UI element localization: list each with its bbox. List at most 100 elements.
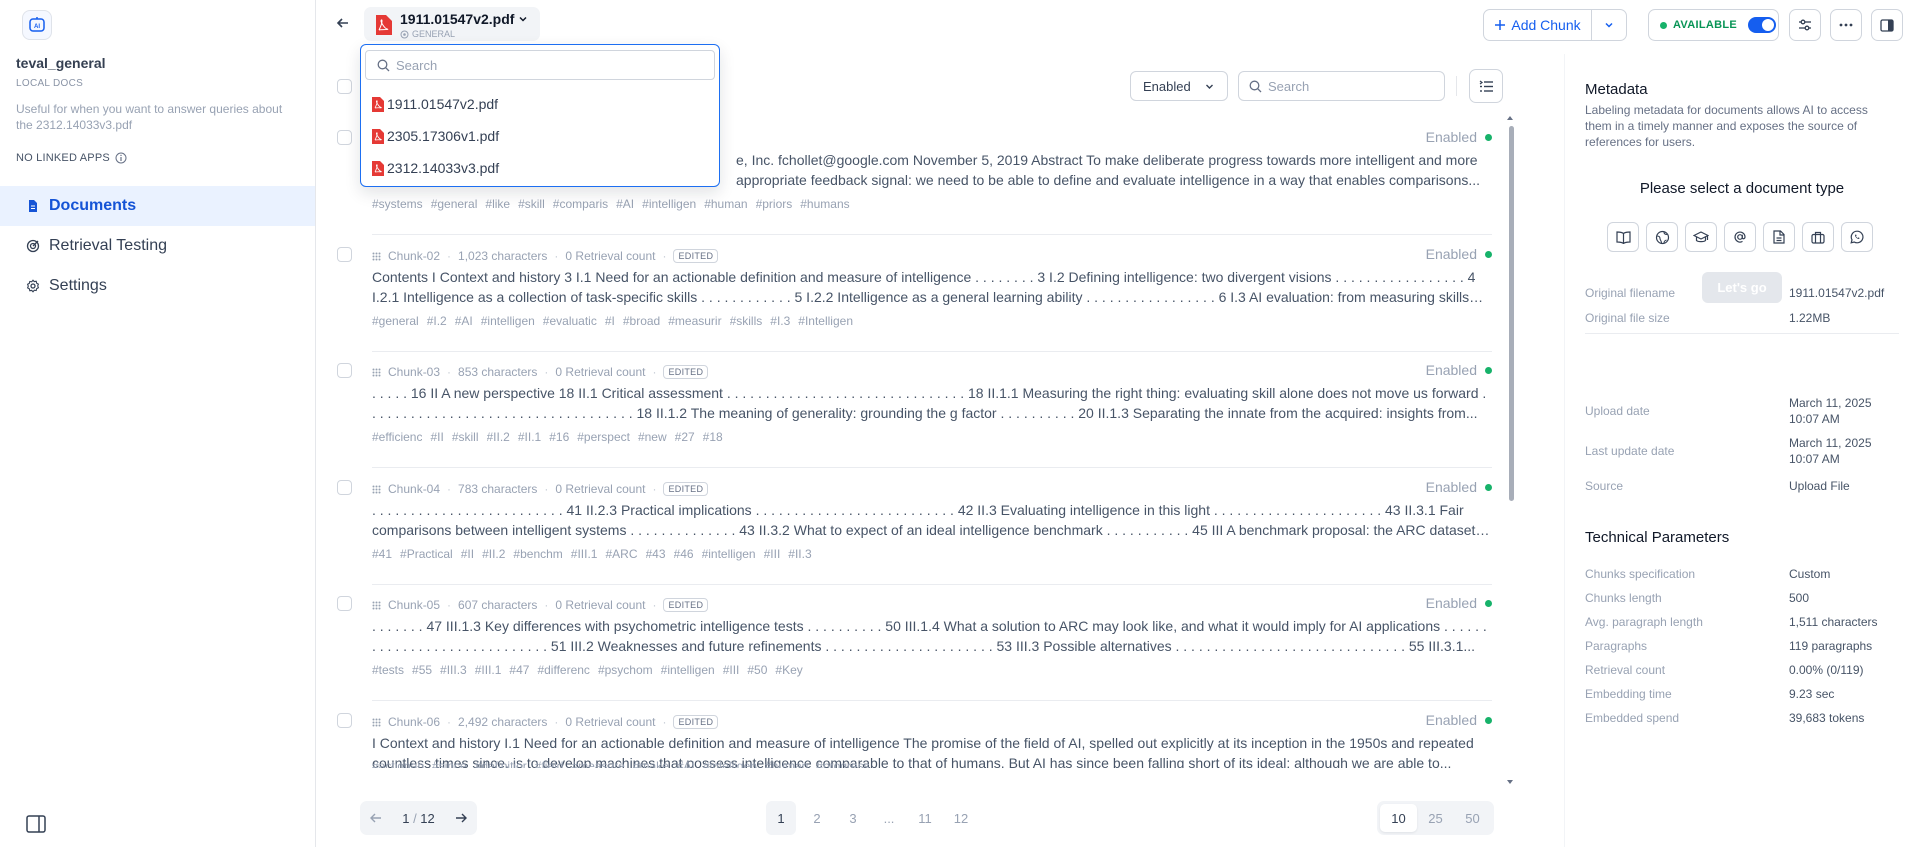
- collapse-sidebar-icon[interactable]: [26, 815, 46, 833]
- chunk-keyword: #I.3: [770, 314, 791, 328]
- document-selector[interactable]: 1911.01547v2.pdf GENERAL: [364, 7, 540, 41]
- chunk-card[interactable]: Chunk-03 · 853 characters · 0 Retrieval …: [336, 352, 1492, 468]
- document-icon: [26, 199, 40, 213]
- document-option[interactable]: 2312.14033v3.pdf: [371, 158, 499, 178]
- add-chunk-group: Add Chunk: [1483, 9, 1627, 41]
- next-page-arrow-icon[interactable]: [455, 812, 467, 824]
- chunk-id: Chunk-02: [388, 249, 441, 263]
- sidebar-item-settings[interactable]: Settings: [0, 266, 315, 306]
- drag-grip-icon: [372, 718, 381, 727]
- doc-type-book-button[interactable]: [1607, 222, 1639, 252]
- sidebar-item-retrieval-testing[interactable]: Retrieval Testing: [0, 226, 315, 266]
- doc-type-paper-button[interactable]: [1685, 222, 1717, 252]
- chunk-keyword: #III.1: [474, 663, 502, 677]
- status-filter-select[interactable]: Enabled: [1130, 71, 1228, 101]
- page-button-1[interactable]: 1: [766, 801, 796, 835]
- plus-icon: [1494, 19, 1506, 31]
- chunk-search-input[interactable]: [1268, 78, 1428, 94]
- document-title: 1911.01547v2.pdf: [400, 11, 528, 27]
- more-options-button[interactable]: [1830, 9, 1862, 41]
- page-button-11[interactable]: 11: [910, 801, 940, 835]
- chunk-keyword: #AI: [616, 197, 635, 211]
- doc-type-im-chat-button[interactable]: [1841, 222, 1873, 252]
- back-arrow-icon[interactable]: [336, 16, 350, 30]
- doc-type-web-button[interactable]: [1646, 222, 1678, 252]
- chunk-card[interactable]: Chunk-04 · 783 characters · 0 Retrieval …: [336, 469, 1492, 585]
- document-dropdown: 1911.01547v2.pdf 2305.17306v1.pdf 2312.1…: [360, 44, 720, 187]
- chunk-keyword: #intelligen: [660, 663, 715, 677]
- gear-icon: [26, 279, 40, 293]
- chunk-keyword: #II: [460, 547, 475, 561]
- prev-page-arrow-icon[interactable]: [370, 812, 382, 824]
- sidebar-item-label: Settings: [49, 277, 107, 294]
- doc-type-social-button[interactable]: [1724, 222, 1756, 252]
- chunk-checkbox[interactable]: [337, 363, 352, 378]
- chunk-checkbox[interactable]: [337, 480, 352, 495]
- page-button-3[interactable]: 3: [838, 801, 868, 835]
- chunk-card[interactable]: Chunk-02 · 1,023 characters · 0 Retrieva…: [336, 236, 1492, 352]
- document-option[interactable]: 1911.01547v2.pdf: [371, 94, 498, 114]
- chunk-checkbox[interactable]: [337, 247, 352, 262]
- tech-row: Chunks specification Custom: [1585, 566, 1899, 582]
- chunk-card[interactable]: Chunk-05 · 607 characters · 0 Retrieval …: [336, 585, 1492, 701]
- chunk-keyword: #skills: [729, 314, 763, 328]
- chunk-keyword: #intelligen: [480, 314, 535, 328]
- document-option-label: 1911.01547v2.pdf: [387, 96, 499, 112]
- edited-badge: EDITED: [673, 715, 719, 729]
- chunk-card[interactable]: Chunk-06 · 2,492 characters · 0 Retrieva…: [336, 702, 1492, 768]
- page-button-2[interactable]: 2: [802, 801, 832, 835]
- edited-badge: EDITED: [663, 365, 709, 379]
- meta-value: 1911.01547v2.pdf: [1789, 286, 1885, 300]
- tech-key: Avg. paragraph length: [1585, 615, 1703, 629]
- sidebar-item-label: Retrieval Testing: [49, 237, 167, 254]
- chunk-keywords: #systems #general #like #skill #comparis #AI #…: [372, 197, 850, 211]
- chunk-status-label: Enabled: [1425, 595, 1477, 611]
- chunk-keyword: #II.2: [486, 430, 510, 444]
- sidebar-item-documents[interactable]: Documents: [0, 186, 315, 226]
- chunk-status: Enabled: [1426, 246, 1492, 262]
- document-search-input[interactable]: [396, 57, 696, 73]
- page-size-50[interactable]: 50: [1454, 804, 1491, 832]
- page-indicator: 1 / 12: [402, 810, 435, 826]
- doc-type-business-button[interactable]: [1802, 222, 1834, 252]
- page-size-selector: 10 25 50: [1377, 801, 1494, 835]
- chunk-keywords: #actionab #since #definitior #field #measure…: [372, 759, 870, 768]
- toggle-panel-button[interactable]: [1871, 9, 1903, 41]
- info-icon[interactable]: [115, 152, 127, 164]
- add-chunk-label: Add Chunk: [1511, 17, 1581, 33]
- availability-toggle[interactable]: [1748, 17, 1777, 33]
- tech-key: Paragraphs: [1585, 639, 1648, 653]
- chunk-char-count: 607 characters: [458, 598, 538, 612]
- page-button-12[interactable]: 12: [946, 801, 976, 835]
- add-chunk-dropdown-button[interactable]: [1592, 10, 1626, 40]
- chunk-checkbox[interactable]: [337, 130, 352, 145]
- scrollbar-thumb[interactable]: [1509, 126, 1514, 501]
- pdf-icon: [371, 96, 385, 112]
- tech-row: Embedding time 9.23 sec: [1585, 686, 1899, 702]
- chunk-keyword: #general: [372, 314, 419, 328]
- tech-key: Chunks length: [1585, 591, 1662, 605]
- chunk-id: Chunk-05: [388, 598, 441, 612]
- chunk-meta: Chunk-03 · 853 characters · 0 Retrieval …: [372, 365, 709, 379]
- status-dot: [1485, 133, 1492, 141]
- chunk-keyword: #41: [372, 547, 393, 561]
- document-option[interactable]: 2305.17306v1.pdf: [371, 126, 499, 146]
- page-size-25[interactable]: 25: [1417, 804, 1454, 832]
- dataset-type: LOCAL DOCS: [16, 78, 84, 89]
- chunk-keyword: #47: [509, 663, 530, 677]
- tech-row: Embedded spend 39,683 tokens: [1585, 710, 1899, 726]
- chunk-keyword: #Key: [775, 663, 803, 677]
- chunk-char-count: 2,492 characters: [458, 715, 548, 729]
- chunk-checkbox[interactable]: [337, 713, 352, 728]
- chunk-keyword: #tests: [372, 663, 405, 677]
- add-chunk-button[interactable]: Add Chunk: [1484, 10, 1592, 40]
- list-view-button[interactable]: [1469, 69, 1503, 103]
- chunk-keyword: #II.1: [517, 430, 542, 444]
- page-size-10[interactable]: 10: [1380, 804, 1417, 832]
- settings-sliders-button[interactable]: [1789, 9, 1821, 41]
- doc-type-personal-button[interactable]: [1763, 222, 1795, 252]
- edited-badge: EDITED: [663, 482, 709, 496]
- briefcase-icon: [1811, 231, 1825, 244]
- select-all-checkbox[interactable]: [337, 79, 352, 94]
- chunk-checkbox[interactable]: [337, 596, 352, 611]
